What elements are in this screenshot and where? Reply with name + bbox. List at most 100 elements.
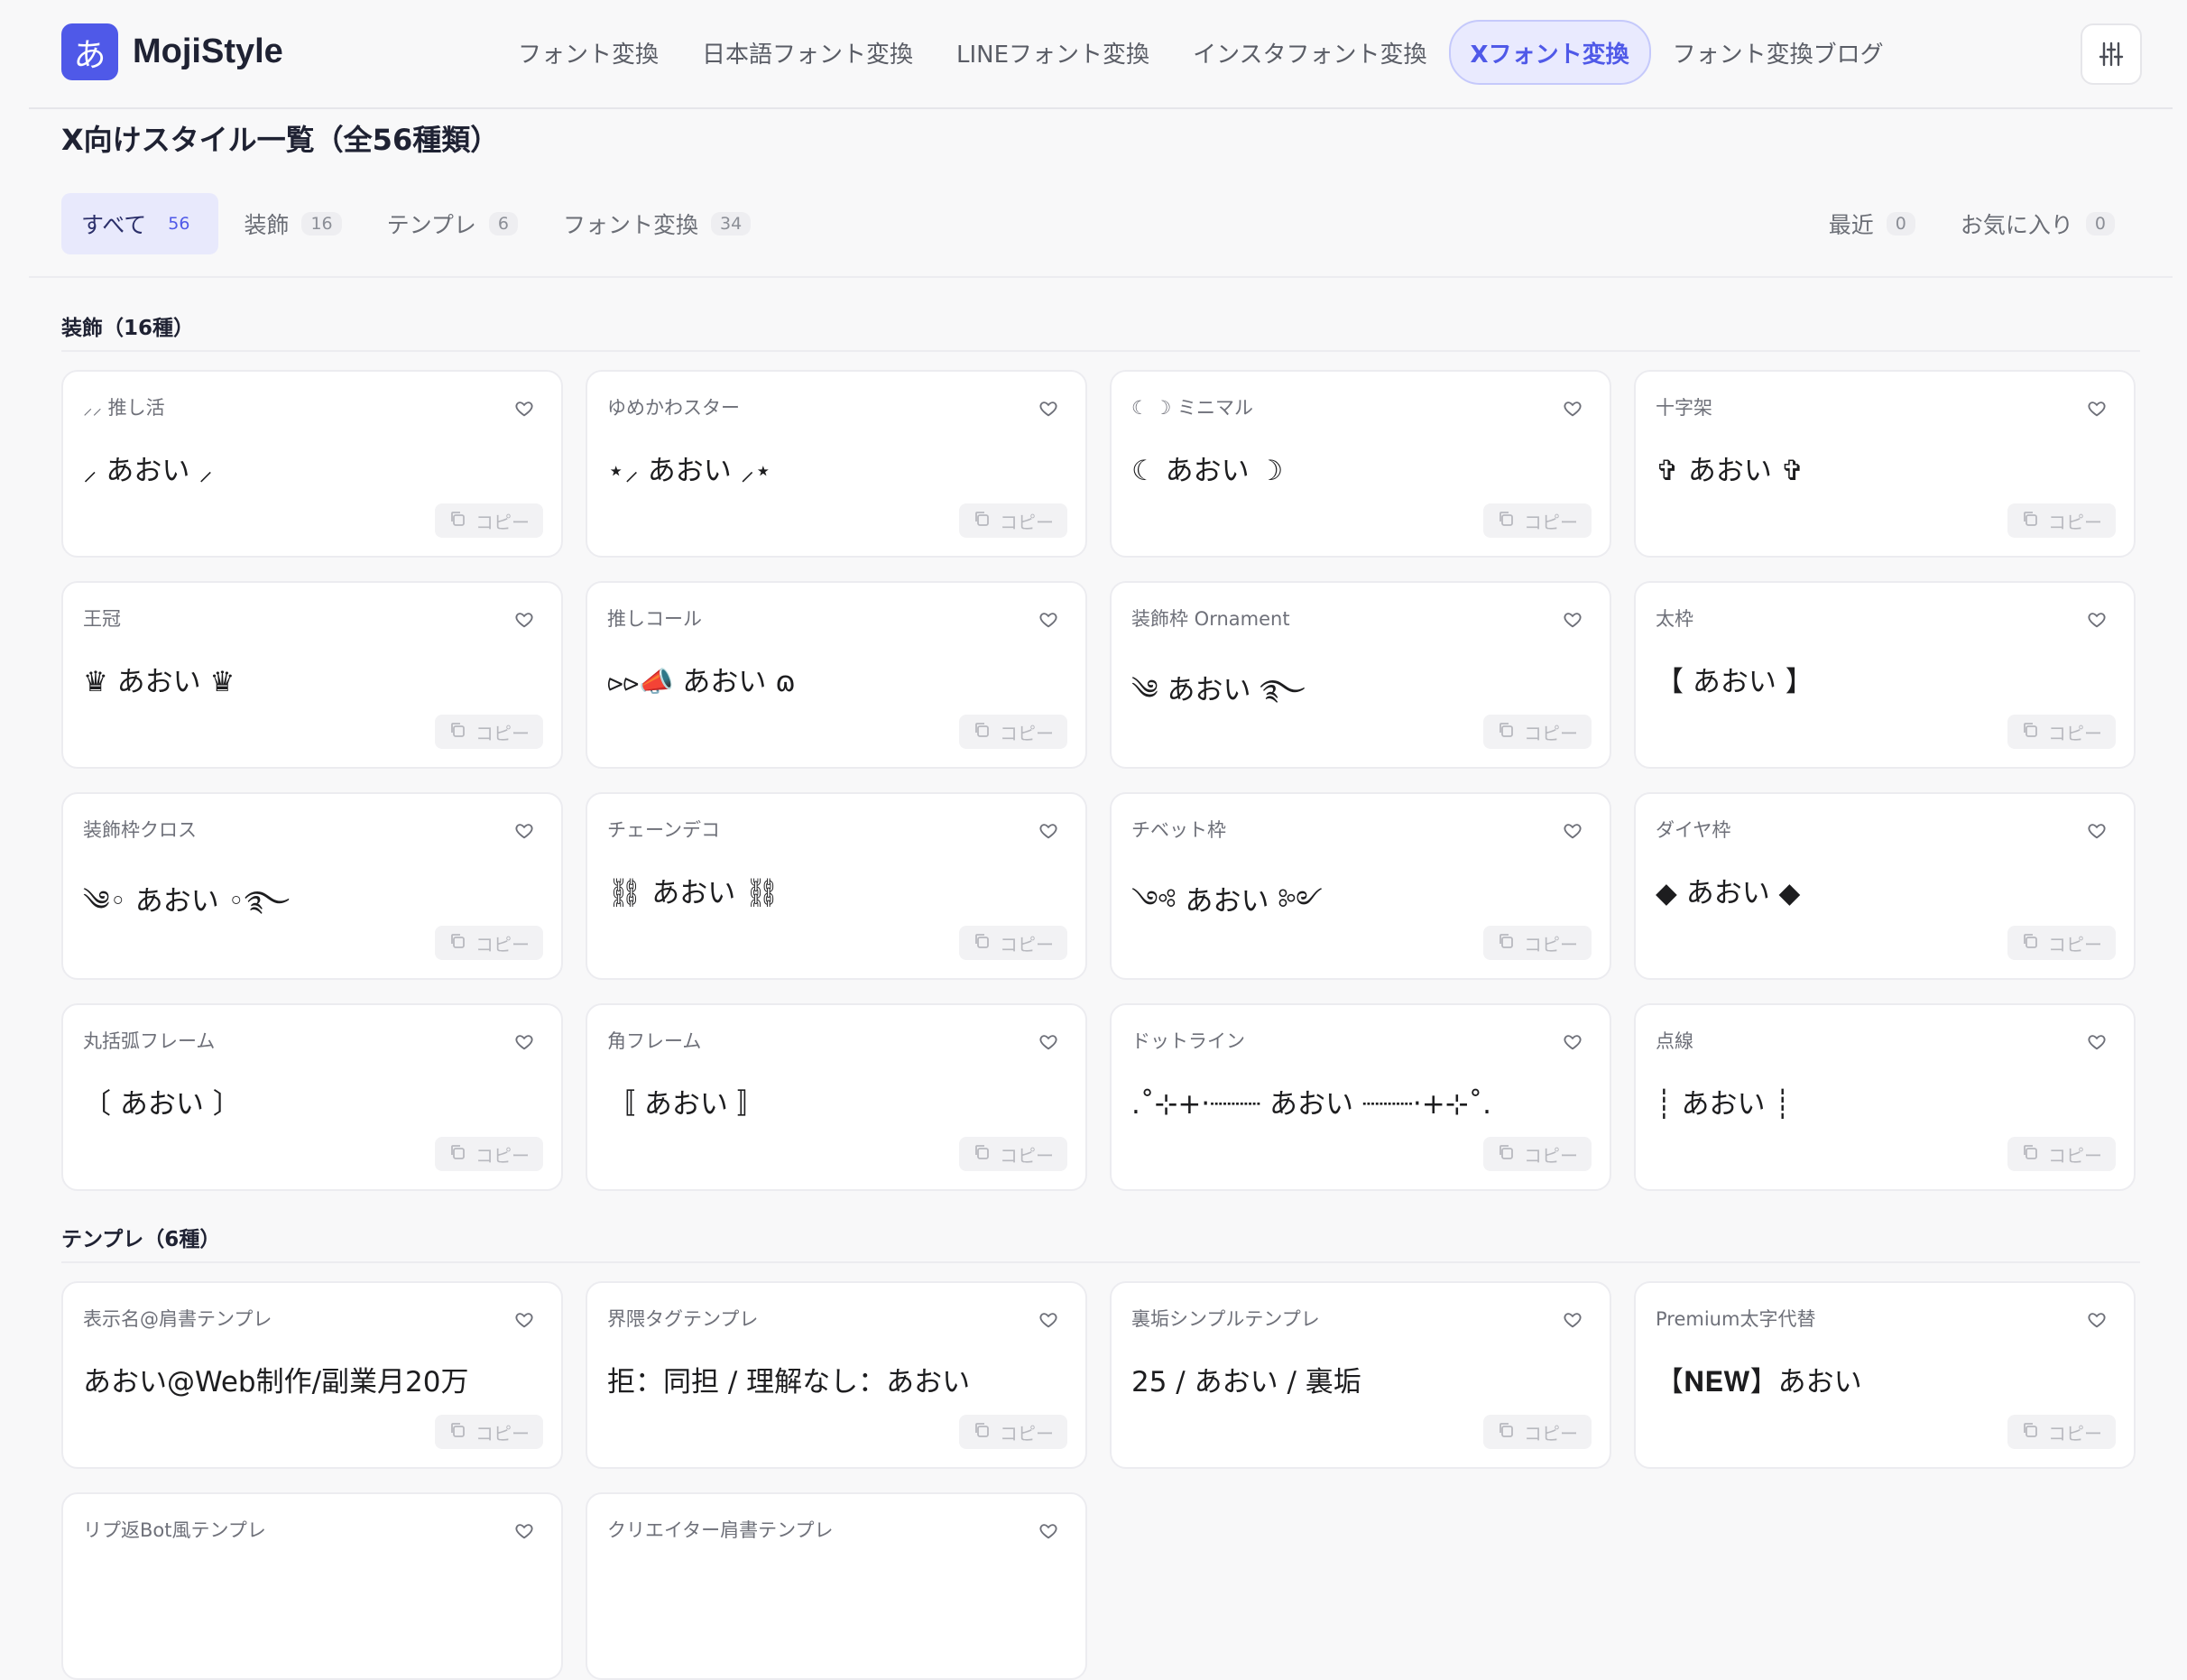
copy-label: コピー <box>1524 933 1578 955</box>
style-card[interactable]: クリエイター肩書テンプレ <box>586 1492 1087 1680</box>
settings-button[interactable] <box>2081 23 2142 85</box>
style-card[interactable]: 界隈タグテンプレ 拒：同担 / 理解なし：あおい コピー <box>586 1281 1087 1469</box>
style-card[interactable]: 表示名@肩書テンプレ あおい@Web制作/副業月20万 コピー <box>61 1281 563 1469</box>
copy-button[interactable]: コピー <box>959 1137 1067 1171</box>
filter-tab[interactable]: お気に入り 0 <box>1941 193 2135 254</box>
logo-text: MojiStyle <box>133 32 283 70</box>
style-card[interactable]: リプ返Bot風テンプレ <box>61 1492 563 1680</box>
filter-tab[interactable]: テンプレ 6 <box>367 193 538 254</box>
style-name: ⸝⸝ 推し活 <box>83 397 165 419</box>
filter-divider <box>29 276 2173 278</box>
section-divider <box>61 1261 2140 1263</box>
style-card[interactable]: 丸括弧フレーム〔 あおい 〕コピー <box>61 1003 563 1191</box>
style-card[interactable]: 太枠【 あおい 】コピー <box>1634 581 2136 769</box>
favorite-button[interactable] <box>2087 1310 2107 1330</box>
copy-button[interactable]: コピー <box>2007 1415 2116 1449</box>
copy-button[interactable]: コピー <box>959 715 1067 749</box>
copy-button[interactable]: コピー <box>1483 926 1592 960</box>
favorite-button[interactable] <box>514 1521 534 1541</box>
filter-tab-label: 装飾 <box>244 212 290 238</box>
favorite-button[interactable] <box>514 821 534 841</box>
copy-button[interactable]: コピー <box>435 1137 543 1171</box>
style-card[interactable]: ゆめかわスター ⋆⸝ あおい ⸝⋆ コピー <box>586 370 1087 558</box>
copy-button[interactable]: コピー <box>959 926 1067 960</box>
favorite-button[interactable] <box>2087 399 2107 419</box>
favorite-button[interactable] <box>2087 1032 2107 1052</box>
favorite-button[interactable] <box>1038 821 1058 841</box>
filter-tab[interactable]: フォント変換 34 <box>543 193 771 254</box>
favorite-button[interactable] <box>1038 1310 1058 1330</box>
favorite-button[interactable] <box>1563 821 1583 841</box>
style-card[interactable]: ドットライン .˚⊹+‧┈┈┈ あおい ┈┈┈‧+⊹˚. コピー <box>1110 1003 1611 1191</box>
copy-button[interactable]: コピー <box>959 1415 1067 1449</box>
style-card[interactable]: チベット枠 ༺ あおい ༻ コピー <box>1110 792 1611 980</box>
style-card[interactable]: Premium太字代替 【𝐍𝐄𝐖】あおい コピー <box>1634 1281 2136 1469</box>
favorite-button[interactable] <box>2087 821 2107 841</box>
copy-button[interactable]: コピー <box>435 1415 543 1449</box>
style-card[interactable]: 角フレーム〚 あおい 〛コピー <box>586 1003 1087 1191</box>
filter-tab-label: フォント変換 <box>563 212 699 238</box>
style-card[interactable]: ☾ ☽ ミニマル ☾ あおい ☽ コピー <box>1110 370 1611 558</box>
heart-icon <box>1563 613 1583 633</box>
style-name: Premium太字代替 <box>1656 1308 1816 1330</box>
style-card[interactable]: 推しコール ⪧⪧📣 あおい ɷ コピー <box>586 581 1087 769</box>
filter-tab-count: 16 <box>301 212 342 235</box>
style-preview: ⪧⪧📣 あおい ɷ <box>607 666 796 698</box>
nav-item[interactable]: フォント変換ブログ <box>1651 20 1906 85</box>
copy-icon <box>973 1421 1000 1444</box>
style-card[interactable]: 十字架 ✞ あおい ✞ コピー <box>1634 370 2136 558</box>
filter-tab-label: テンプレ <box>386 212 476 238</box>
copy-button[interactable]: コピー <box>435 926 543 960</box>
filter-tabs-right: 最近 0 お気に入り 0 <box>1809 193 2140 254</box>
filter-tab[interactable]: 装飾 16 <box>224 193 361 254</box>
style-card[interactable]: チェーンデコ ⛓ あおい ⛓ コピー <box>586 792 1087 980</box>
favorite-button[interactable] <box>1563 1032 1583 1052</box>
copy-button[interactable]: コピー <box>2007 926 2116 960</box>
style-preview: あおい@Web制作/副業月20万 <box>83 1366 469 1398</box>
favorite-button[interactable] <box>514 1032 534 1052</box>
copy-button[interactable]: コピー <box>959 503 1067 538</box>
copy-icon <box>973 721 1000 743</box>
logo-mark: あ <box>61 23 118 80</box>
copy-label: コピー <box>1524 722 1578 744</box>
favorite-button[interactable] <box>1563 1310 1583 1330</box>
copy-button[interactable]: コピー <box>1483 1137 1592 1171</box>
style-preview: ⋆⸝ あおい ⸝⋆ <box>607 455 772 487</box>
favorite-button[interactable] <box>1038 610 1058 630</box>
copy-button[interactable]: コピー <box>1483 503 1592 538</box>
copy-button[interactable]: コピー <box>2007 503 2116 538</box>
copy-button[interactable]: コピー <box>2007 1137 2116 1171</box>
favorite-button[interactable] <box>1563 610 1583 630</box>
nav-item[interactable]: 日本語フォント変換 <box>680 20 935 85</box>
nav-item[interactable]: LINEフォント変換 <box>935 20 1171 85</box>
style-card[interactable]: 王冠 ♛ あおい ♛ コピー <box>61 581 563 769</box>
favorite-button[interactable] <box>1038 1521 1058 1541</box>
nav-item[interactable]: フォント変換 <box>496 20 680 85</box>
favorite-button[interactable] <box>2087 610 2107 630</box>
copy-button[interactable]: コピー <box>435 715 543 749</box>
copy-button[interactable]: コピー <box>1483 715 1592 749</box>
favorite-button[interactable] <box>514 1310 534 1330</box>
style-card[interactable]: 点線 ┊ あおい ┊ コピー <box>1634 1003 2136 1191</box>
nav-item[interactable]: Xフォント変換 <box>1448 20 1651 85</box>
filter-tab[interactable]: 最近 0 <box>1809 193 1935 254</box>
copy-button[interactable]: コピー <box>2007 715 2116 749</box>
style-card[interactable]: 装飾枠 Ornament ༄ あおい ࿐ コピー <box>1110 581 1611 769</box>
favorite-button[interactable] <box>1038 399 1058 419</box>
filter-tab[interactable]: すべて 56 <box>61 193 219 254</box>
style-name: 装飾枠クロス <box>83 819 197 841</box>
style-card[interactable]: 装飾枠クロス ༄◦ あおい ◦࿐ コピー <box>61 792 563 980</box>
favorite-button[interactable] <box>1563 399 1583 419</box>
favorite-button[interactable] <box>514 399 534 419</box>
style-card[interactable]: 裏垢シンプルテンプレ 25 / あおい / 裏垢 コピー <box>1110 1281 1611 1469</box>
copy-button[interactable]: コピー <box>435 503 543 538</box>
style-preview: ┊ あおい ┊ <box>1656 1088 1792 1121</box>
copy-button[interactable]: コピー <box>1483 1415 1592 1449</box>
logo[interactable]: あ MojiStyle <box>61 23 283 80</box>
style-card[interactable]: ダイヤ枠 ◆ あおい ◆ コピー <box>1634 792 2136 980</box>
nav-item[interactable]: インスタフォント変換 <box>1171 20 1448 85</box>
style-card[interactable]: ⸝⸝ 推し活 ⸝ あおい ⸝ コピー <box>61 370 563 558</box>
favorite-button[interactable] <box>514 610 534 630</box>
favorite-button[interactable] <box>1038 1032 1058 1052</box>
heart-icon <box>514 613 534 633</box>
